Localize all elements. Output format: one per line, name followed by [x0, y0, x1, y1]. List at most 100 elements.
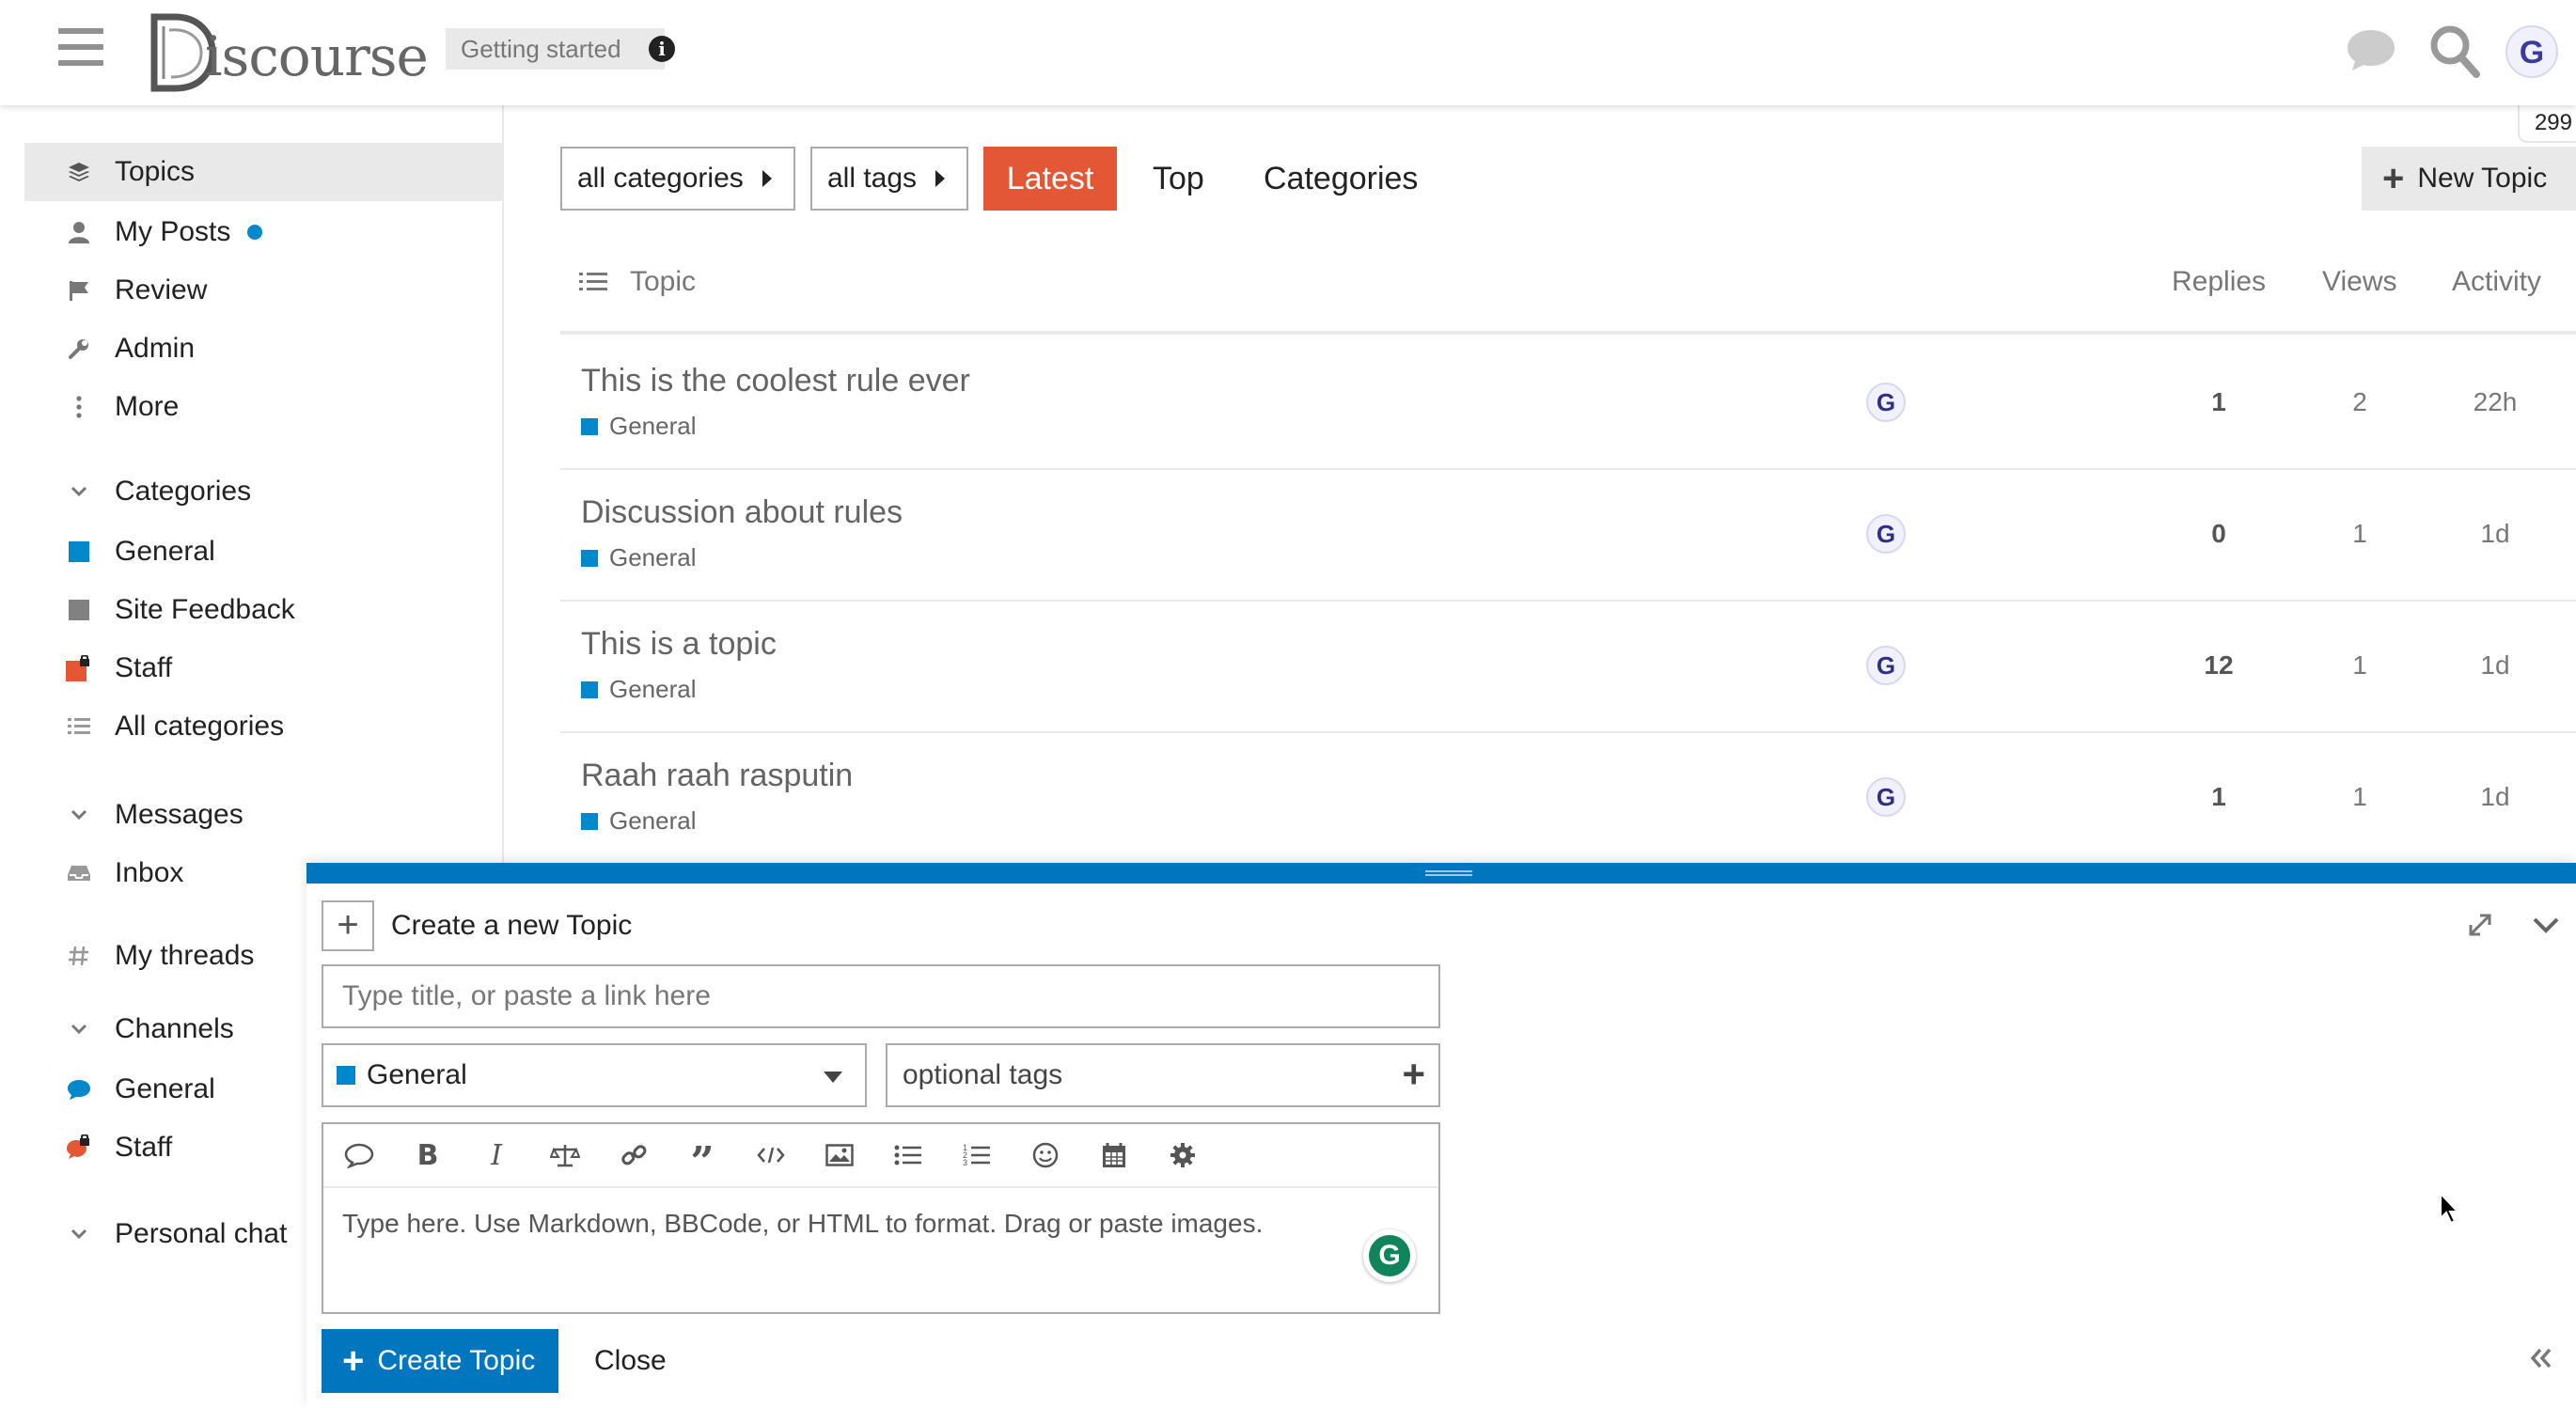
grammarly-icon[interactable]: G [1363, 1229, 1416, 1282]
replies-count[interactable]: 1 [2162, 782, 2275, 812]
activity-time[interactable]: 1d [2439, 782, 2552, 812]
fullscreen-expand-icon[interactable] [2465, 910, 2495, 940]
selected-category: General [367, 1059, 467, 1090]
poster-avatar[interactable]: G [1865, 513, 1907, 555]
nav-categories-tab[interactable]: Categories [1264, 147, 1418, 211]
ellipsis-vertical-icon [66, 396, 92, 418]
views-count: 1 [2352, 650, 2367, 680]
poster-avatar[interactable]: G [1865, 382, 1907, 423]
sidebar-item-label: Topics [115, 156, 196, 187]
sidebar-item-label: General [115, 1073, 215, 1104]
bold-icon[interactable]: B [409, 1136, 447, 1174]
chat-bubble-icon[interactable] [2345, 26, 2397, 73]
header-topic[interactable]: Topic [630, 246, 696, 318]
tags-placeholder: optional tags [903, 1059, 1063, 1090]
sidebar-item-more[interactable]: More [24, 378, 502, 436]
topic-category-badge[interactable]: General [581, 543, 697, 572]
sidebar-item-category-site-feedback[interactable]: Site Feedback [24, 581, 502, 639]
sidebar-item-label: Review [115, 274, 208, 305]
tag-filter-dropdown[interactable]: all tags [810, 147, 968, 211]
site-logo[interactable]: iscourse [143, 9, 429, 96]
activity-time[interactable]: 22h [2439, 387, 2552, 417]
sidebar-item-all-categories[interactable]: All categories [24, 697, 502, 756]
header-activity[interactable]: Activity [2452, 246, 2541, 318]
header-replies[interactable]: Replies [2172, 246, 2266, 318]
hamburger-menu-icon[interactable] [58, 28, 103, 70]
sidebar-item-topics[interactable]: Topics [24, 143, 502, 201]
sidebar-section-categories[interactable]: Categories [66, 468, 251, 515]
user-avatar[interactable]: G [2505, 24, 2559, 79]
replies-count[interactable]: 0 [2162, 519, 2275, 549]
topic-title-link[interactable]: Discussion about rules [581, 494, 903, 531]
italic-icon[interactable]: I [478, 1136, 515, 1174]
quote-icon[interactable]: ” [683, 1136, 721, 1186]
sidebar-section-channels[interactable]: Channels [66, 1006, 234, 1053]
composer-action-plus-button[interactable]: + [322, 900, 374, 951]
inbox-icon [66, 864, 92, 883]
notification-count-badge[interactable]: 299 [2518, 105, 2576, 143]
post-editor[interactable]: B I ” 123 Type here. Use Markdown, BBCod… [322, 1122, 1440, 1314]
sidebar-item-label: Staff [115, 1132, 173, 1163]
chevron-down-icon [71, 809, 87, 821]
emoji-icon[interactable] [1027, 1136, 1064, 1174]
editor-placeholder: Type here. Use Markdown, BBCode, or HTML… [342, 1209, 1264, 1238]
caret-right-icon [935, 170, 946, 187]
topic-category-badge[interactable]: General [581, 675, 697, 704]
chat-bubble-icon [66, 1078, 92, 1101]
chevron-down-icon[interactable] [2531, 912, 2561, 938]
search-icon[interactable] [2427, 23, 2480, 79]
new-topic-label: New Topic [2417, 163, 2548, 194]
close-composer-link[interactable]: Close [594, 1342, 667, 1380]
code-icon[interactable] [752, 1136, 790, 1174]
new-topic-button[interactable]: + New Topic [2362, 147, 2576, 211]
unread-dot [247, 225, 263, 240]
topic-title-link[interactable]: This is a topic [581, 626, 777, 663]
tag-filter-label: all tags [827, 163, 918, 194]
resize-grip-icon[interactable] [1425, 870, 1472, 876]
sidebar-item-label: General [115, 536, 215, 567]
topic-title-link[interactable]: Raah raah rasputin [581, 758, 853, 794]
sidebar-item-label: My threads [115, 940, 255, 971]
activity-time[interactable]: 1d [2439, 519, 2552, 549]
double-chevron-left-icon[interactable] [2527, 1344, 2555, 1372]
image-icon[interactable] [821, 1136, 858, 1174]
sidebar-item-my-posts[interactable]: My Posts [24, 203, 502, 261]
calendar-icon[interactable] [1095, 1136, 1133, 1174]
composer-resize-bar[interactable] [306, 863, 2576, 884]
topic-category-badge[interactable]: General [581, 806, 697, 836]
gear-icon[interactable] [1164, 1136, 1202, 1174]
bulk-select-list-icon[interactable] [579, 271, 607, 293]
replies-count[interactable]: 1 [2162, 387, 2275, 417]
bullet-list-icon[interactable] [889, 1136, 927, 1174]
create-topic-button[interactable]: + Create Topic [322, 1329, 558, 1393]
sidebar-item-review[interactable]: Review [24, 261, 502, 320]
sidebar-item-category-general[interactable]: General [24, 523, 502, 581]
category-filter-dropdown[interactable]: all categories [560, 147, 795, 211]
sidebar-item-admin[interactable]: Admin [24, 320, 502, 378]
sidebar-section-personal-chat[interactable]: Personal chat [66, 1211, 287, 1258]
category-chooser[interactable]: General [322, 1043, 867, 1107]
header-views[interactable]: Views [2322, 246, 2396, 318]
sidebar-item-label: Inbox [115, 857, 184, 888]
scale-icon[interactable] [546, 1136, 584, 1174]
speech-bubble-icon[interactable] [340, 1136, 378, 1174]
link-icon[interactable] [615, 1136, 652, 1174]
sidebar-item-category-staff[interactable]: Staff [24, 639, 502, 697]
lock-category-icon [66, 655, 92, 681]
nav-top-tab[interactable]: Top [1153, 147, 1204, 211]
lock-chat-bubble-icon [66, 1134, 92, 1161]
editor-toolbar: B I ” 123 [323, 1124, 1438, 1188]
getting-started-link[interactable]: Getting started [446, 28, 665, 70]
poster-avatar[interactable]: G [1865, 776, 1907, 818]
nav-latest-tab[interactable]: Latest [983, 147, 1117, 211]
info-icon[interactable]: i [649, 36, 675, 62]
tag-chooser[interactable]: optional tags + [886, 1043, 1440, 1107]
replies-count[interactable]: 12 [2162, 650, 2275, 681]
numbered-list-icon[interactable]: 123 [958, 1136, 996, 1174]
poster-avatar[interactable]: G [1865, 645, 1907, 686]
activity-time[interactable]: 1d [2439, 650, 2552, 681]
topic-title-link[interactable]: This is the coolest rule ever [581, 363, 970, 399]
sidebar-section-messages[interactable]: Messages [66, 791, 243, 838]
topic-title-input[interactable] [322, 964, 1440, 1028]
topic-category-badge[interactable]: General [581, 412, 697, 441]
